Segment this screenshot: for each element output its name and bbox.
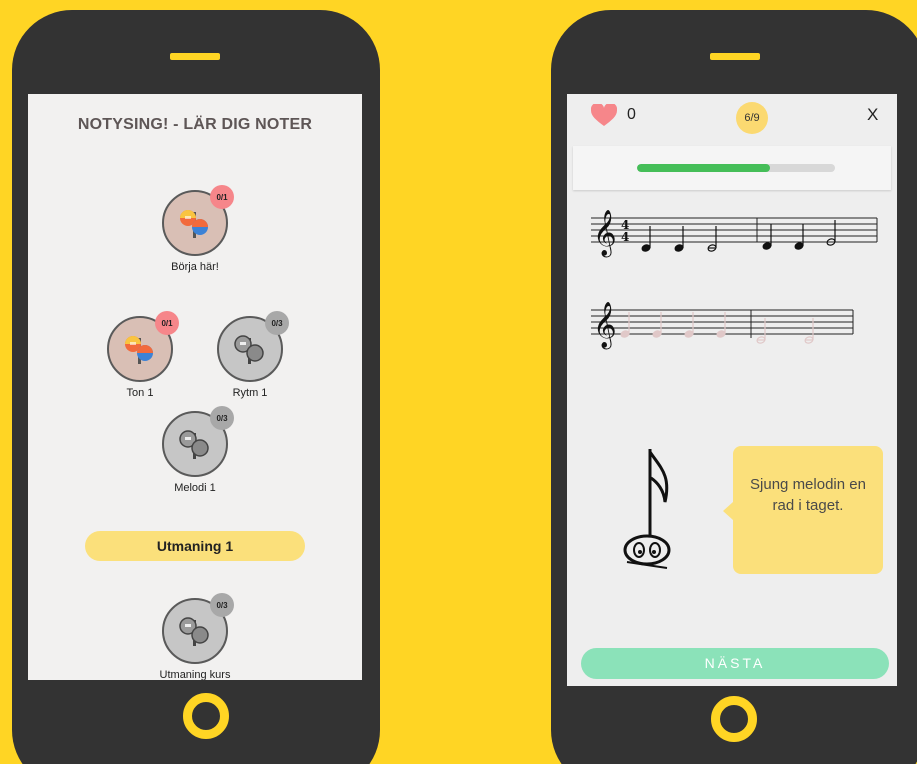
course-screen: NOTYSING! - LÄR DIG NOTER 0/1 Börja här!	[28, 94, 362, 680]
speech-bubble: Sjung melodin en rad i taget.	[723, 446, 883, 574]
progress-badge: 0/1	[155, 311, 179, 335]
home-button	[711, 696, 757, 742]
maracas-icon	[234, 335, 264, 364]
lesson-circle[interactable]: 0/1	[162, 185, 234, 256]
lesson-utmaning-kurs[interactable]: 0/3 Utmaning kurs	[135, 593, 255, 680]
lesson-circle[interactable]: 0/3	[162, 593, 234, 664]
heart-icon	[591, 104, 617, 126]
progress-fill	[637, 164, 770, 172]
lesson-label: Utmaning kurs	[159, 669, 231, 680]
lesson-label: Börja här!	[171, 261, 219, 273]
step-counter: 6/9	[736, 102, 768, 134]
lesson-melodi-1[interactable]: 0/3 Melodi 1	[135, 406, 255, 494]
progress-badge: 0/3	[265, 311, 289, 335]
speaker-slot	[170, 53, 220, 60]
speaker-slot	[710, 53, 760, 60]
lesson-ton-1[interactable]: 0/1 Ton 1	[80, 311, 200, 399]
phone-right: 0 6/9 X 𝄞 4 4 𝄞 Sjung melodin en rad i t…	[551, 10, 917, 764]
progress-badge: 0/1	[210, 185, 234, 209]
next-button[interactable]: NÄSTA	[581, 648, 889, 679]
staff-sung: 𝄞	[591, 302, 854, 350]
maracas-icon	[180, 210, 208, 238]
lesson-circle[interactable]: 0/3	[217, 311, 289, 382]
progress-badge: 0/3	[210, 593, 234, 617]
lesson-rytm-1[interactable]: 0/3 Rytm 1	[190, 311, 310, 399]
staff-melody: 𝄞 4 4	[591, 210, 878, 258]
app-title: NOTYSING! - LÄR DIG NOTER	[77, 116, 313, 133]
lesson-circle[interactable]: 0/1	[107, 311, 179, 382]
maracas-icon	[179, 430, 209, 459]
treble-clef-icon: 𝄞	[593, 302, 617, 350]
close-icon[interactable]: X	[867, 105, 878, 125]
lives-count: 0	[627, 106, 636, 123]
lesson-label: Melodi 1	[174, 482, 216, 494]
progress-bar	[637, 164, 835, 172]
time-signature-bottom: 4	[621, 230, 629, 244]
lesson-label: Rytm 1	[232, 387, 268, 399]
exercise-screen: 0 6/9 X 𝄞 4 4 𝄞 Sjung melodin en rad i t…	[567, 94, 897, 686]
lesson-circle[interactable]: 0/3	[162, 406, 234, 477]
challenge-button[interactable]: Utmaning 1	[85, 531, 305, 561]
phone-left: NOTYSING! - LÄR DIG NOTER 0/1 Börja här!	[12, 10, 380, 764]
progress-panel	[573, 146, 891, 190]
treble-clef-icon: 𝄞	[593, 210, 617, 258]
maracas-icon	[125, 336, 153, 364]
home-button	[183, 693, 229, 739]
lesson-borja-har[interactable]: 0/1 Börja här!	[135, 185, 255, 273]
progress-badge: 0/3	[210, 406, 234, 430]
exercise-topbar: 0 6/9 X	[567, 94, 897, 138]
note-character-icon	[623, 449, 671, 569]
maracas-icon	[179, 617, 209, 646]
lesson-label: Ton 1	[126, 387, 154, 399]
